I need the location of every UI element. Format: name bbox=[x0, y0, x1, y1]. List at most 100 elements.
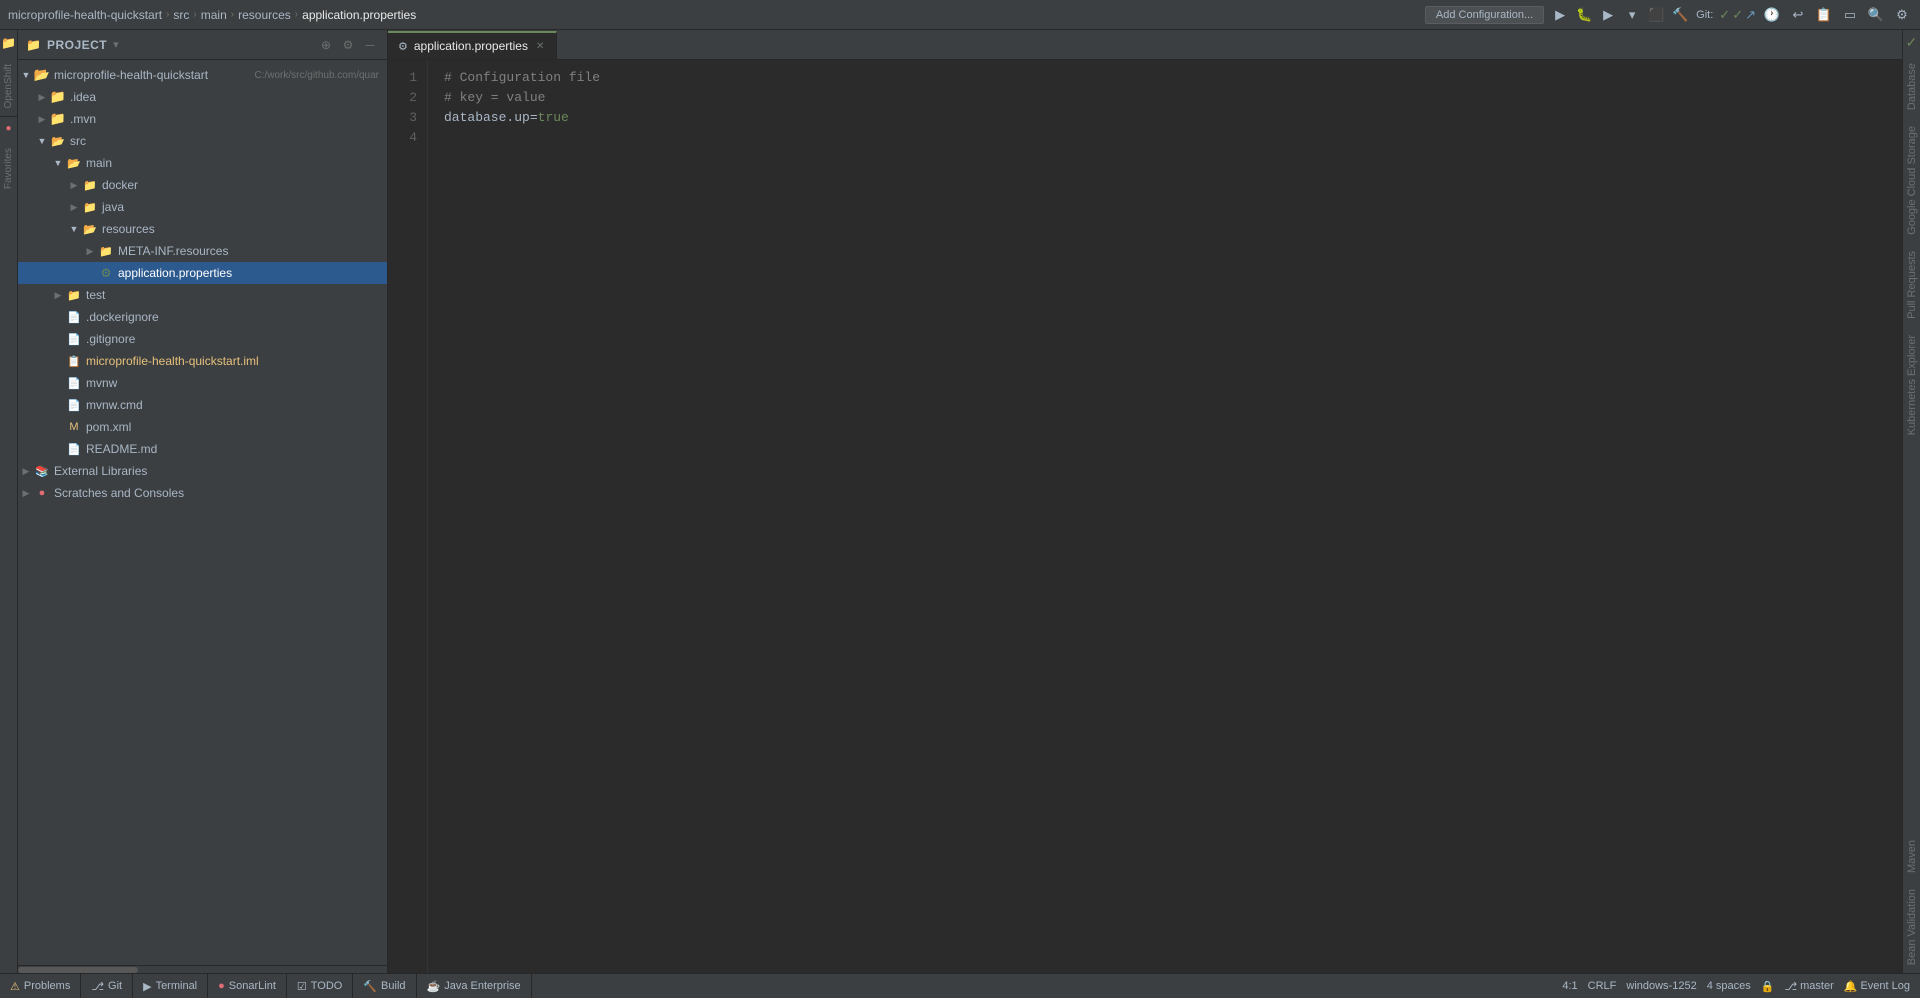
terminal-icon: ▶ bbox=[143, 980, 151, 993]
todo-tab[interactable]: ☑ TODO bbox=[287, 974, 353, 998]
java-enterprise-tab[interactable]: ☕ Java Enterprise bbox=[417, 974, 532, 998]
add-configuration-button[interactable]: Add Configuration... bbox=[1425, 6, 1544, 24]
layout-icon[interactable]: ▭ bbox=[1840, 5, 1860, 25]
tree-item-app-props[interactable]: ⚙ application.properties bbox=[18, 262, 387, 284]
tree-item-test[interactable]: ▶ 📁 test bbox=[18, 284, 387, 306]
tab-close-button[interactable]: ✕ bbox=[534, 40, 546, 53]
project-icon[interactable]: 📁 bbox=[0, 30, 17, 56]
breadcrumb-resources[interactable]: resources bbox=[238, 8, 291, 22]
run-icon[interactable]: ▶ bbox=[1550, 5, 1570, 25]
label-dockerignore: .dockerignore bbox=[86, 310, 379, 324]
tree-item-idea[interactable]: ▶ 📁 .idea bbox=[18, 86, 387, 108]
settings-icon[interactable]: ⚙ bbox=[1892, 5, 1912, 25]
run-dropdown-icon[interactable]: ▾ bbox=[1622, 5, 1642, 25]
iml-icon: 📋 bbox=[66, 353, 82, 369]
tab-app-props[interactable]: ⚙ application.properties ✕ bbox=[388, 31, 557, 59]
breadcrumb-src[interactable]: src bbox=[173, 8, 189, 22]
arrow-idea: ▶ bbox=[34, 92, 50, 103]
problems-tab[interactable]: ⚠ Problems bbox=[0, 974, 81, 998]
debug-icon[interactable]: 🐛 bbox=[1574, 5, 1594, 25]
breadcrumb-file[interactable]: application.properties bbox=[302, 8, 416, 22]
git-label: Git bbox=[108, 980, 122, 992]
error-icon[interactable]: ● bbox=[4, 117, 12, 140]
build-label: Build bbox=[381, 980, 405, 992]
arrow-resources: ▼ bbox=[66, 224, 82, 234]
breadcrumb-root[interactable]: microprofile-health-quickstart bbox=[8, 8, 162, 22]
git-arrow-icon[interactable]: ↗ bbox=[1745, 7, 1756, 23]
bean-validation-tab[interactable]: Bean Validation bbox=[1904, 881, 1920, 973]
breadcrumb-main[interactable]: main bbox=[201, 8, 227, 22]
tree-item-ext-libs[interactable]: ▶ 📚 External Libraries bbox=[18, 460, 387, 482]
arrow-java: ▶ bbox=[66, 202, 82, 213]
tree-item-root[interactable]: ▼ 📂 microprofile-health-quickstart C:/wo… bbox=[18, 64, 387, 86]
tree-item-dockerignore[interactable]: 📄 .dockerignore bbox=[18, 306, 387, 328]
bottom-bar: ⚠ Problems ⎇ Git ▶ Terminal ● SonarLint … bbox=[0, 973, 1920, 998]
folder-icon-main: 📂 bbox=[66, 155, 82, 171]
pull-requests-tab[interactable]: Pull Requests bbox=[1904, 243, 1920, 327]
git-check2-icon[interactable]: ✓ bbox=[1732, 7, 1743, 23]
left-activity-bar: 📁 OpenShift ● Favorites bbox=[0, 30, 18, 973]
encoding[interactable]: windows-1252 bbox=[1626, 980, 1696, 992]
label-mvnwcmd: mvnw.cmd bbox=[86, 398, 379, 412]
vcs-icon[interactable]: 📋 bbox=[1814, 5, 1834, 25]
cursor-position[interactable]: 4:1 bbox=[1562, 980, 1577, 992]
rollback-icon[interactable]: ↩ bbox=[1788, 5, 1808, 25]
dockerignore-icon: 📄 bbox=[66, 309, 82, 325]
tree-item-iml[interactable]: 📋 microprofile-health-quickstart.iml bbox=[18, 350, 387, 372]
maven-tab[interactable]: Maven bbox=[1904, 832, 1920, 881]
tree-item-metainf[interactable]: ▶ 📁 META-INF.resources bbox=[18, 240, 387, 262]
tree-item-pomxml[interactable]: M pom.xml bbox=[18, 416, 387, 438]
favorites-tab[interactable]: Favorites bbox=[2, 140, 15, 197]
label-scratches: Scratches and Consoles bbox=[54, 486, 379, 500]
tree-item-readme[interactable]: 📄 README.md bbox=[18, 438, 387, 460]
sonarlint-tab[interactable]: ● SonarLint bbox=[208, 974, 287, 998]
openshift-tab[interactable]: OpenShift bbox=[2, 56, 15, 116]
sidebar: 📁 Project ▾ ⊕ ⚙ ─ ▼ 📂 microprofile-healt… bbox=[18, 30, 388, 973]
database-tab[interactable]: Database bbox=[1904, 55, 1920, 118]
stop-icon[interactable]: ⬛ bbox=[1646, 5, 1666, 25]
history-icon[interactable]: 🕐 bbox=[1762, 5, 1782, 25]
editor-content: 1 2 3 4 # Configuration file # key = val… bbox=[388, 60, 1902, 973]
tree-item-resources[interactable]: ▼ 📂 resources bbox=[18, 218, 387, 240]
lock-icon[interactable]: 🔒 bbox=[1761, 980, 1775, 993]
indent[interactable]: 4 spaces bbox=[1707, 980, 1751, 992]
kubernetes-tab[interactable]: Kubernetes Explorer bbox=[1904, 327, 1920, 443]
tree-item-mvnw[interactable]: 📄 mvnw bbox=[18, 372, 387, 394]
label-resources: resources bbox=[102, 222, 379, 236]
tree-item-mvnwcmd[interactable]: 📄 mvnw.cmd bbox=[18, 394, 387, 416]
settings-sync-icon[interactable]: ⊕ bbox=[317, 36, 335, 54]
coverage-icon[interactable]: ▶ bbox=[1598, 5, 1618, 25]
breadcrumb-sep-4: › bbox=[295, 9, 298, 20]
line-ending[interactable]: CRLF bbox=[1588, 980, 1617, 992]
code-editor[interactable]: # Configuration file # key = value datab… bbox=[428, 60, 1902, 973]
folder-icon-root: 📂 bbox=[34, 67, 50, 83]
tree-item-scratches[interactable]: ▶ ● Scratches and Consoles bbox=[18, 482, 387, 504]
tree-item-gitignore[interactable]: 📄 .gitignore bbox=[18, 328, 387, 350]
line-num-3: 3 bbox=[388, 108, 417, 128]
folder-icon-metainf: 📁 bbox=[98, 243, 114, 259]
git-branch-icon: ⎇ bbox=[91, 980, 104, 993]
mvnw-icon: 📄 bbox=[66, 375, 82, 391]
build-tab[interactable]: 🔨 Build bbox=[353, 974, 416, 998]
sidebar-actions: ⊕ ⚙ ─ bbox=[317, 36, 379, 54]
git-check-icon[interactable]: ✓ bbox=[1719, 7, 1730, 23]
terminal-tab[interactable]: ▶ Terminal bbox=[133, 974, 208, 998]
line-num-4: 4 bbox=[388, 128, 417, 148]
minimize-icon[interactable]: ─ bbox=[361, 36, 379, 54]
code-line-3: database.up=true bbox=[444, 108, 1886, 128]
git-tab[interactable]: ⎇ Git bbox=[81, 974, 133, 998]
build-icon[interactable]: 🔨 bbox=[1670, 5, 1690, 25]
sidebar-scrollbar[interactable] bbox=[18, 965, 387, 973]
event-log[interactable]: 🔔 Event Log bbox=[1844, 980, 1910, 993]
tree-item-java[interactable]: ▶ 📁 java bbox=[18, 196, 387, 218]
java-enterprise-label: Java Enterprise bbox=[444, 980, 520, 992]
tree-item-main[interactable]: ▼ 📂 main bbox=[18, 152, 387, 174]
project-path: C:/work/src/github.com/quar bbox=[255, 70, 380, 81]
tree-item-mvn[interactable]: ▶ 📁 .mvn bbox=[18, 108, 387, 130]
search-everywhere-icon[interactable]: 🔍 bbox=[1866, 5, 1886, 25]
cog-icon[interactable]: ⚙ bbox=[339, 36, 357, 54]
tree-item-src[interactable]: ▼ 📂 src bbox=[18, 130, 387, 152]
vcs-branch[interactable]: ⎇ master bbox=[1784, 980, 1833, 993]
google-cloud-tab[interactable]: Google Cloud Storage bbox=[1904, 118, 1920, 243]
tree-item-docker[interactable]: ▶ 📁 docker bbox=[18, 174, 387, 196]
